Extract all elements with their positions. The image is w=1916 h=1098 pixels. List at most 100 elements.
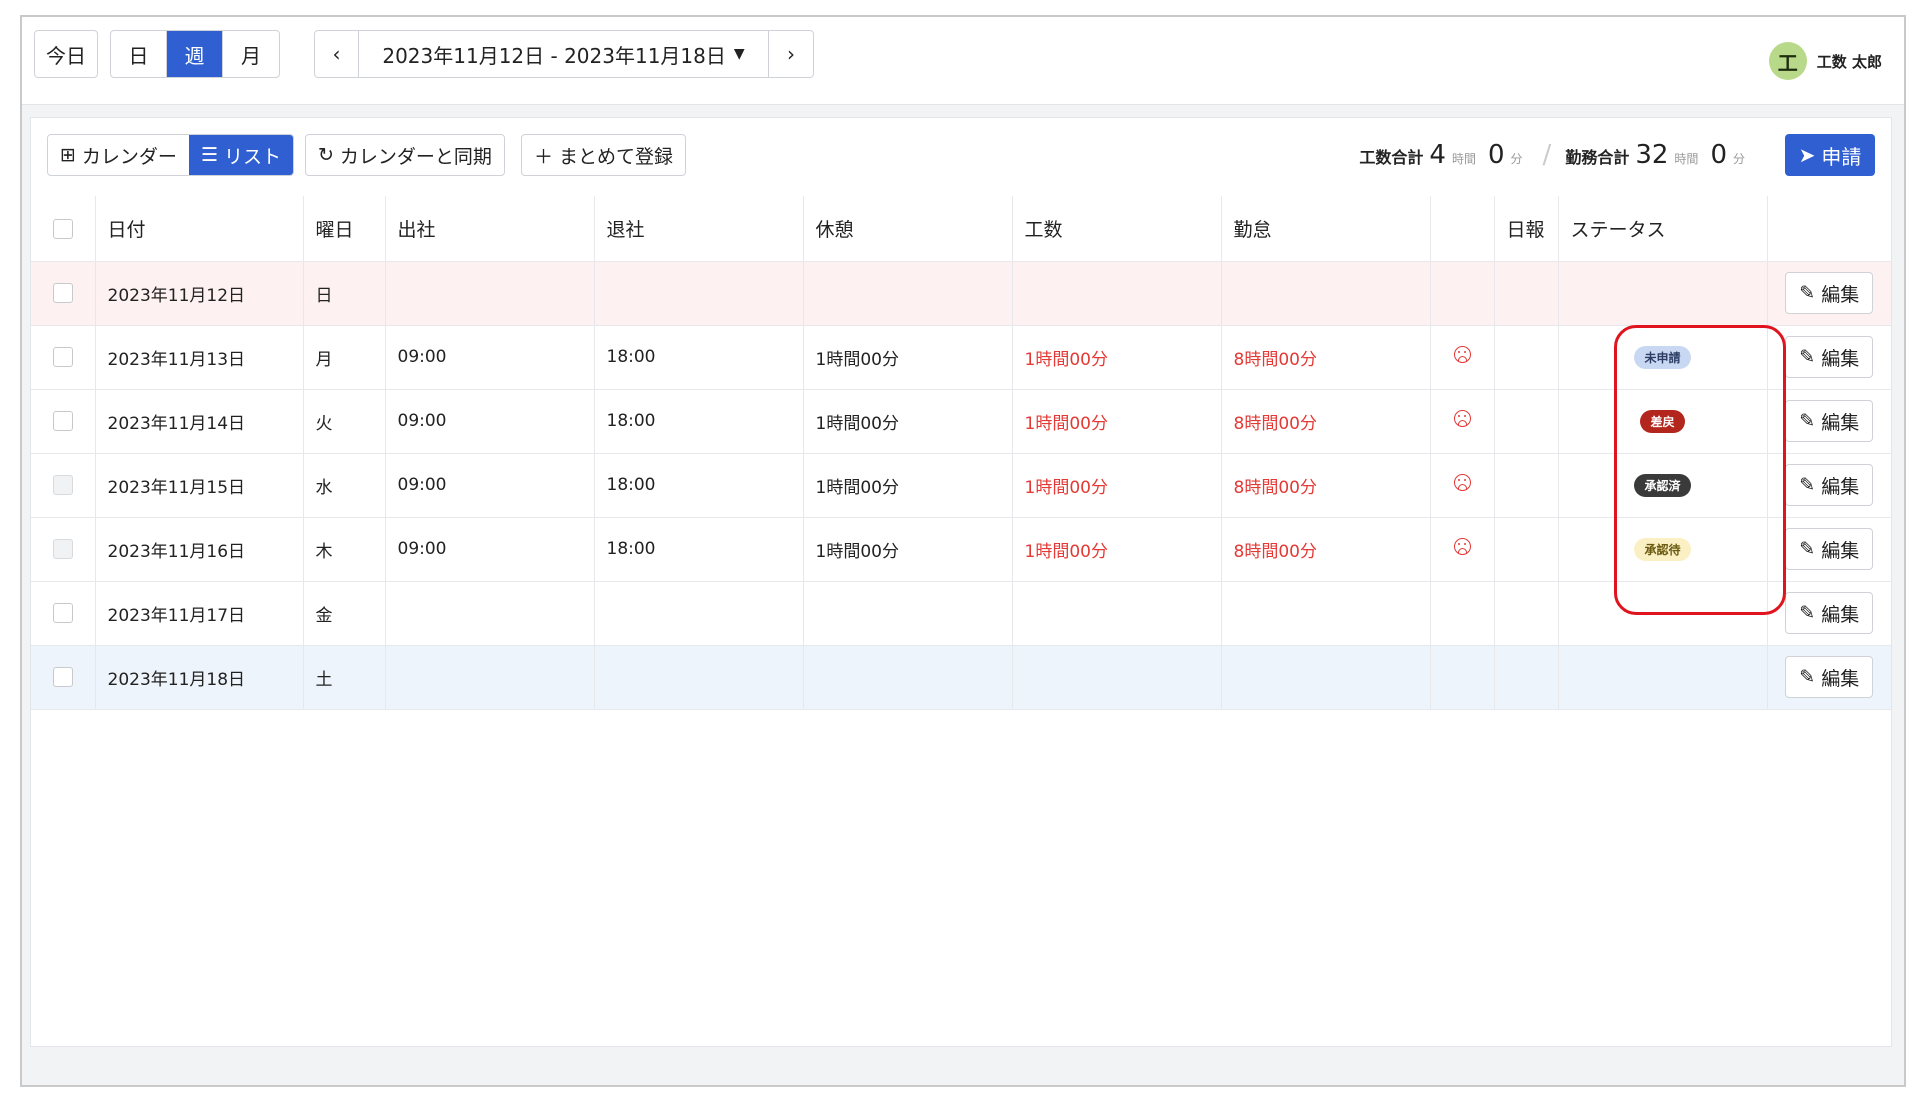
actions-cell: ✎ 編集 — [1767, 517, 1891, 582]
date-range-label: 2023年11月12日 - 2023年11月18日 — [382, 43, 726, 68]
totals-summary: 工数合計 4 時間 0 分 / 勤務合計 32 時間 0 分 — [1359, 140, 1751, 170]
break-cell — [803, 645, 1013, 710]
daily-report-cell — [1494, 389, 1559, 454]
edit-button[interactable]: ✎ 編集 — [1785, 528, 1874, 570]
weekday-cell: 土 — [303, 645, 386, 710]
col-break: 休憩 — [803, 196, 1013, 262]
kintai-cell — [1221, 645, 1431, 710]
row-checkbox[interactable] — [52, 411, 73, 431]
today-button[interactable]: 今日 — [34, 30, 98, 78]
table-row: 2023年11月15日 水 09:00 18:00 1時間00分 1時間00分 … — [31, 453, 1891, 518]
calendar-view-button[interactable]: ⊞ カレンダー — [48, 135, 189, 175]
list-icon: ☰ — [200, 144, 218, 166]
user-menu[interactable]: 工 工数 太郎 — [1768, 42, 1882, 80]
weekday-cell: 水 — [303, 453, 386, 518]
kousu-cell — [1012, 645, 1222, 710]
weekday-cell: 日 — [303, 261, 386, 326]
status-cell: 承認済 — [1558, 453, 1768, 518]
pencil-icon: ✎ — [1799, 666, 1816, 688]
edit-button[interactable]: ✎ 編集 — [1785, 400, 1874, 442]
date-cell: 2023年11月12日 — [95, 261, 304, 326]
table-row: 2023年11月17日 金 ✎ 編集 — [31, 581, 1891, 646]
tab-day[interactable]: 日 — [111, 31, 167, 77]
view-toggle: ⊞ カレンダー ☰ リスト — [47, 134, 294, 176]
col-weekday: 曜日 — [303, 196, 386, 262]
date-cell: 2023年11月16日 — [95, 517, 304, 582]
pencil-icon: ✎ — [1799, 282, 1816, 304]
col-alert — [1430, 196, 1495, 262]
grid-icon: ⊞ — [60, 144, 76, 166]
bulk-register-button[interactable]: ＋ まとめて登録 — [521, 134, 687, 176]
kousu-total-label: 工数合計 — [1359, 148, 1424, 167]
clock-out-cell — [594, 261, 804, 326]
row-select-cell — [31, 517, 96, 582]
daily-report-cell — [1494, 517, 1559, 582]
actions-cell: ✎ 編集 — [1767, 453, 1891, 518]
row-checkbox[interactable] — [52, 283, 73, 303]
col-kintai: 勤怠 — [1221, 196, 1431, 262]
list-view-button[interactable]: ☰ リスト — [188, 135, 293, 175]
edit-button[interactable]: ✎ 編集 — [1785, 464, 1874, 506]
edit-label: 編集 — [1821, 539, 1860, 562]
clock-out-cell: 18:00 — [594, 325, 804, 390]
col-kousu: 工数 — [1012, 196, 1222, 262]
kintai-total-minutes: 0 — [1710, 140, 1727, 170]
clock-in-cell — [385, 645, 595, 710]
break-cell: 1時間00分 — [803, 389, 1013, 454]
send-icon: ➤ — [1798, 143, 1816, 167]
row-checkbox[interactable] — [52, 347, 73, 367]
daily-report-cell — [1494, 325, 1559, 390]
apply-button[interactable]: ➤ 申請 — [1785, 134, 1875, 176]
row-checkbox[interactable] — [52, 603, 73, 623]
clock-out-cell — [594, 645, 804, 710]
user-name: 工数 太郎 — [1816, 52, 1882, 71]
separator: / — [1542, 140, 1552, 170]
tab-month[interactable]: 月 — [223, 31, 279, 77]
date-cell: 2023年11月17日 — [95, 581, 304, 646]
status-cell — [1558, 645, 1768, 710]
alert-cell — [1430, 517, 1495, 582]
prev-week-button[interactable]: ‹ — [315, 31, 359, 77]
status-badge: 未申請 — [1634, 345, 1691, 369]
refresh-icon: ↻ — [318, 144, 334, 166]
kintai-cell — [1221, 581, 1431, 646]
kousu-total-hours: 4 — [1429, 140, 1446, 170]
avatar: 工 — [1768, 42, 1807, 80]
clock-in-cell — [385, 581, 595, 646]
main-panel: ⊞ カレンダー ☰ リスト ↻ カレンダーと同期 ＋ まとめて登録 工数合計 4… — [30, 117, 1892, 1047]
edit-button[interactable]: ✎ 編集 — [1785, 336, 1874, 378]
table-row: 2023年11月14日 火 09:00 18:00 1時間00分 1時間00分 … — [31, 389, 1891, 454]
daily-report-cell — [1494, 581, 1559, 646]
plus-icon: ＋ — [534, 145, 554, 168]
select-all-checkbox[interactable] — [52, 218, 73, 239]
chevron-right-icon: › — [787, 42, 795, 66]
chevron-left-icon: ‹ — [332, 42, 341, 66]
hour-unit: 時間 — [1451, 152, 1476, 166]
caret-down-icon: ▼ — [733, 46, 745, 62]
edit-label: 編集 — [1821, 283, 1860, 306]
frown-icon — [1453, 474, 1471, 491]
break-cell: 1時間00分 — [803, 325, 1013, 390]
edit-button[interactable]: ✎ 編集 — [1785, 272, 1874, 314]
next-week-button[interactable]: › — [769, 31, 813, 77]
minute-unit: 分 — [1510, 152, 1523, 166]
col-actions — [1767, 196, 1891, 262]
alert-cell — [1430, 453, 1495, 518]
row-checkbox[interactable] — [52, 667, 73, 687]
edit-button[interactable]: ✎ 編集 — [1785, 656, 1874, 698]
actions-cell: ✎ 編集 — [1767, 389, 1891, 454]
date-navigator: ‹ 2023年11月12日 - 2023年11月18日 ▼ › — [314, 30, 814, 78]
sync-calendar-button[interactable]: ↻ カレンダーと同期 — [305, 134, 505, 176]
date-cell: 2023年11月18日 — [95, 645, 304, 710]
actions-cell: ✎ 編集 — [1767, 581, 1891, 646]
tab-week[interactable]: 週 — [167, 31, 223, 77]
date-range-dropdown[interactable]: 2023年11月12日 - 2023年11月18日 ▼ — [359, 31, 769, 77]
list-view-label: リスト — [223, 145, 281, 168]
row-checkbox — [52, 539, 73, 559]
clock-out-cell: 18:00 — [594, 453, 804, 518]
edit-button[interactable]: ✎ 編集 — [1785, 592, 1874, 634]
break-cell: 1時間00分 — [803, 517, 1013, 582]
view-tabs: 日 週 月 — [110, 30, 280, 78]
frown-icon — [1453, 346, 1471, 363]
clock-in-cell — [385, 261, 595, 326]
